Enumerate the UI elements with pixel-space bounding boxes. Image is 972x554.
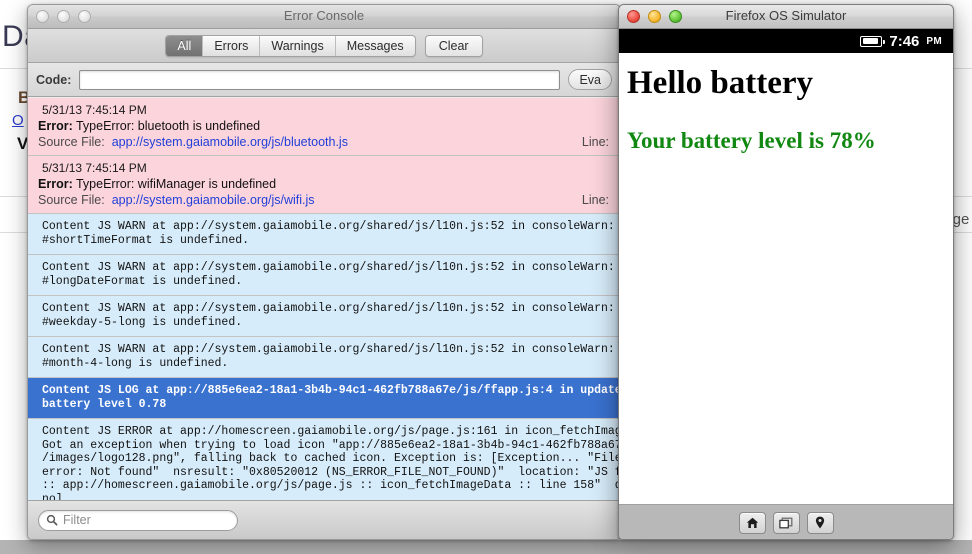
app-heading: Hello battery (627, 65, 953, 103)
table-row[interactable]: Content JS WARN at app://system.gaiamobi… (28, 296, 620, 337)
simulator-titlebar[interactable]: Firefox OS Simulator (619, 5, 953, 29)
entry-error-label: Error: (38, 177, 73, 191)
error-console-toolbar[interactable]: All Errors Warnings Messages Clear (28, 29, 620, 63)
filter-segmented-control[interactable]: All Errors Warnings Messages (165, 35, 415, 57)
background-link[interactable]: O (12, 112, 24, 129)
entry-error-text: TypeError: wifiManager is undefined (76, 177, 276, 191)
error-console-window[interactable]: Error Console All Errors Warnings Messag… (27, 4, 621, 540)
status-time: 7:46 (889, 33, 919, 50)
battery-fill (863, 38, 878, 44)
code-label: Code: (36, 73, 71, 87)
entry-error-line: Error: TypeError: bluetooth is undefined (28, 118, 620, 134)
entry-error-line: Error: TypeError: wifiManager is undefin… (28, 176, 620, 192)
entry-source-line: Source File: app://system.gaiamobile.org… (28, 134, 620, 150)
location-pin-icon (815, 516, 825, 529)
console-message-list[interactable]: 5/31/13 7:45:14 PM Error: TypeError: blu… (28, 98, 620, 500)
entry-source-url[interactable]: app://system.gaiamobile.org/js/wifi.js (112, 193, 315, 207)
entry-source-label: Source File: (38, 193, 105, 207)
entry-message: Content JS WARN at app://system.gaiamobi… (28, 218, 620, 249)
firefox-os-simulator-window[interactable]: Firefox OS Simulator 7:46 PM Hello batte… (618, 4, 954, 540)
geolocation-button[interactable] (807, 512, 834, 534)
entry-message: Content JS ERROR at app://homescreen.gai… (28, 423, 620, 500)
battery-icon (860, 36, 882, 47)
entry-source-url[interactable]: app://system.gaiamobile.org/js/bluetooth… (112, 135, 348, 149)
simulator-status-bar: 7:46 PM (619, 29, 953, 53)
error-console-title: Error Console (28, 8, 620, 23)
table-row[interactable]: Content JS ERROR at app://homescreen.gai… (28, 419, 620, 500)
search-icon (46, 514, 58, 526)
window-manager-icon (779, 517, 793, 529)
simulator-button-bar[interactable] (619, 504, 953, 540)
entry-message: Content JS WARN at app://system.gaiamobi… (28, 300, 620, 331)
filter-tab-all[interactable]: All (166, 36, 203, 56)
table-row[interactable]: 5/31/13 7:45:14 PM Error: TypeError: blu… (28, 98, 620, 156)
table-row[interactable]: Content JS WARN at app://system.gaiamobi… (28, 214, 620, 255)
window-manager-button[interactable] (773, 512, 800, 534)
evaluate-button[interactable]: Eva (568, 69, 612, 90)
filter-bar[interactable]: Filter (28, 500, 620, 539)
entry-message: Content JS LOG at app://885e6ea2-18a1-3b… (28, 382, 620, 413)
filter-input-wrapper[interactable]: Filter (38, 510, 238, 531)
home-button[interactable] (739, 512, 766, 534)
simulator-app-viewport[interactable]: Hello battery Your battery level is 78% (619, 53, 953, 504)
entry-message: Content JS WARN at app://system.gaiamobi… (28, 341, 620, 372)
code-evaluation-row[interactable]: Code: Eva (28, 63, 620, 97)
error-console-titlebar[interactable]: Error Console (28, 5, 620, 29)
entry-message: Content JS WARN at app://system.gaiamobi… (28, 259, 620, 290)
filter-tab-messages[interactable]: Messages (336, 36, 415, 56)
table-row[interactable]: Content JS WARN at app://system.gaiamobi… (28, 337, 620, 378)
code-input[interactable] (79, 70, 560, 90)
entry-timestamp: 5/31/13 7:45:14 PM (28, 160, 620, 176)
entry-error-text: TypeError: bluetooth is undefined (76, 119, 260, 133)
table-row[interactable]: 5/31/13 7:45:14 PM Error: TypeError: wif… (28, 156, 620, 214)
clear-button[interactable]: Clear (425, 35, 483, 57)
status-ampm: PM (926, 36, 942, 47)
entry-timestamp: 5/31/13 7:45:14 PM (28, 102, 620, 118)
home-icon (746, 517, 759, 529)
filter-placeholder: Filter (63, 513, 91, 527)
desktop-background (0, 540, 972, 554)
table-row[interactable]: Content JS WARN at app://system.gaiamobi… (28, 255, 620, 296)
filter-tab-errors[interactable]: Errors (203, 36, 260, 56)
entry-line-label: Line: (582, 135, 609, 149)
simulator-title: Firefox OS Simulator (619, 8, 953, 23)
entry-source-line: Source File: app://system.gaiamobile.org… (28, 192, 620, 208)
table-row-selected[interactable]: Content JS LOG at app://885e6ea2-18a1-3b… (28, 378, 620, 419)
entry-line-label: Line: (582, 193, 609, 207)
entry-source-label: Source File: (38, 135, 105, 149)
app-battery-message: Your battery level is 78% (627, 128, 953, 154)
filter-tab-warnings[interactable]: Warnings (260, 36, 335, 56)
entry-error-label: Error: (38, 119, 73, 133)
